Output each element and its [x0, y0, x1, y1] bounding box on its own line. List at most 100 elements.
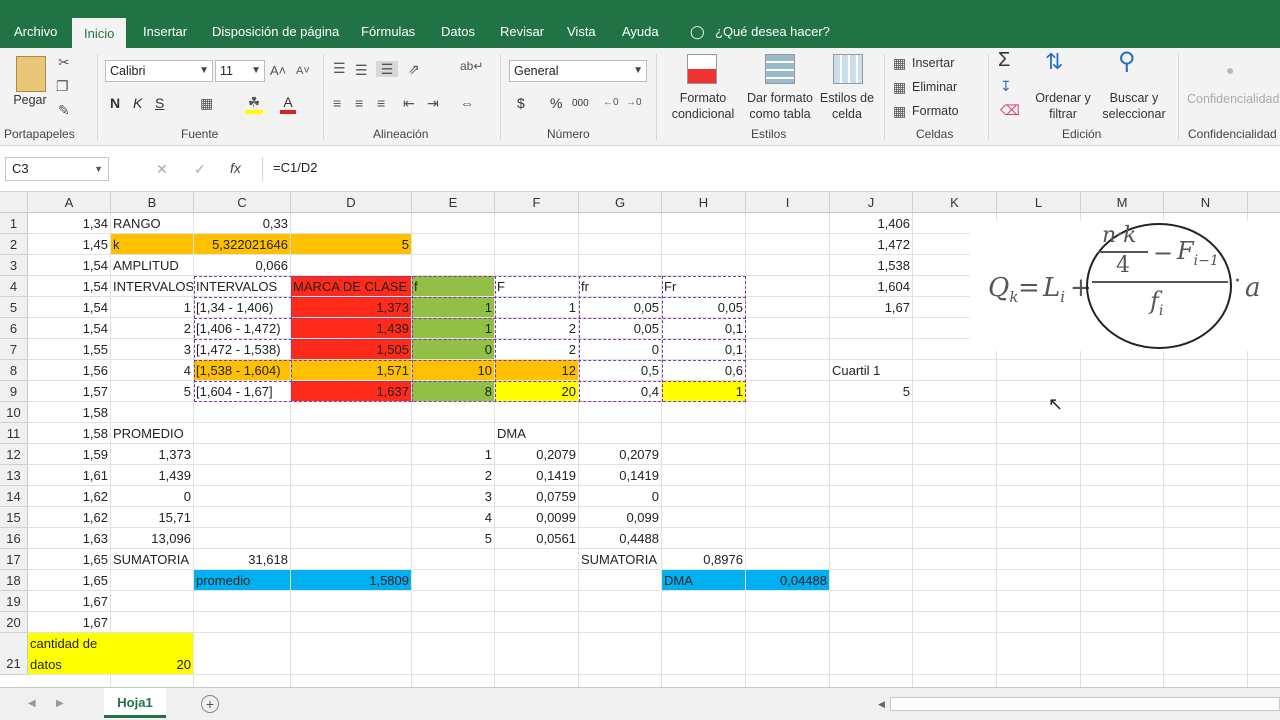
cell-f9[interactable]: 20 [495, 381, 578, 401]
cell-d6[interactable]: 1,439 [291, 318, 411, 338]
tab-formulas[interactable]: Fórmulas [359, 18, 417, 48]
cell-a14[interactable]: 1,62 [28, 486, 110, 506]
cell-j5[interactable]: 1,67 [830, 297, 912, 317]
cell-a15[interactable]: 1,62 [28, 507, 110, 527]
cell-a17[interactable]: 1,65 [28, 549, 110, 569]
cell-b9[interactable]: 5 [111, 381, 193, 401]
tab-disposicion[interactable]: Disposición de página [210, 18, 341, 48]
italic-button[interactable]: K [133, 95, 142, 111]
worksheet-grid[interactable]: A B C D E F G H I J K L M N 1 2 3 4 5 6 7 8 9 10 1… [0, 192, 1280, 687]
cell-f12[interactable]: 0,2079 [495, 444, 578, 464]
cell-c2[interactable]: 5,322021646 [194, 234, 290, 254]
align-right-icon[interactable]: ≡ [377, 95, 385, 111]
row-header[interactable]: 2 [0, 234, 28, 255]
column-header[interactable]: B [111, 192, 194, 213]
shrink-font-icon[interactable]: A˅ [296, 63, 310, 79]
cell-b6[interactable]: 2 [111, 318, 193, 338]
increase-decimal-icon[interactable]: ←0 [603, 95, 619, 111]
cell-f6[interactable]: 2 [495, 318, 578, 338]
fill-icon[interactable]: ↧ [1000, 78, 1012, 94]
bold-button[interactable]: N [110, 95, 120, 111]
font-name-select[interactable]: Calibri ▼ [105, 60, 213, 82]
cell-b13[interactable]: 1,439 [111, 465, 193, 485]
cell-j3[interactable]: 1,538 [830, 255, 912, 275]
column-header[interactable]: A [28, 192, 111, 213]
cell-h8[interactable]: 0,6 [662, 360, 745, 380]
horizontal-scrollbar[interactable] [890, 697, 1280, 711]
cell-a2[interactable]: 1,45 [28, 234, 110, 254]
delete-cells-button[interactable]: Eliminar [912, 79, 957, 95]
cell-h7[interactable]: 0,1 [662, 339, 745, 359]
cell-b14[interactable]: 0 [111, 486, 193, 506]
enter-icon[interactable]: ✓ [194, 161, 206, 177]
row-header[interactable]: 21 [0, 633, 28, 675]
cell-j4[interactable]: 1,604 [830, 276, 912, 296]
cell-c5[interactable]: [1,34 - 1,406) [194, 297, 290, 317]
cell-a4[interactable]: 1,54 [28, 276, 110, 296]
cell-d5[interactable]: 1,373 [291, 297, 411, 317]
cell-f5[interactable]: 1 [495, 297, 578, 317]
cell-h9[interactable]: 1 [662, 381, 745, 401]
align-top-icon[interactable]: ☰ [333, 60, 346, 76]
currency-button[interactable]: $ [517, 95, 525, 111]
hscroll-left-icon[interactable]: ◀ [878, 696, 885, 712]
row-header[interactable]: 3 [0, 255, 28, 276]
cell-c18[interactable]: promedio [194, 570, 290, 590]
tab-datos[interactable]: Datos [439, 18, 477, 48]
row-header[interactable]: 9 [0, 381, 28, 402]
cell-j2[interactable]: 1,472 [830, 234, 912, 254]
cell-i18[interactable]: 0,04488 [746, 570, 829, 590]
sort-filter-button[interactable]: Ordenar y filtrar [1030, 90, 1096, 122]
tell-me-search[interactable]: ¿Qué desea hacer? [713, 18, 832, 48]
column-header[interactable]: L [997, 192, 1081, 213]
underline-button[interactable]: S [155, 95, 164, 111]
cell-g17[interactable]: SUMATORIA [579, 549, 661, 569]
cancel-icon[interactable]: ✕ [156, 161, 168, 177]
find-select-icon[interactable]: ⚲ [1118, 50, 1136, 74]
cell-e4[interactable]: f [412, 276, 494, 296]
cell-g7[interactable]: 0 [579, 339, 661, 359]
wrap-text-icon[interactable]: ab↵ [460, 58, 483, 74]
cell-a20[interactable]: 1,67 [28, 612, 110, 632]
cell-b5[interactable]: 1 [111, 297, 193, 317]
row-header[interactable]: 11 [0, 423, 28, 444]
column-header[interactable]: E [412, 192, 495, 213]
cell-f14[interactable]: 0,0759 [495, 486, 578, 506]
column-header[interactable]: K [913, 192, 997, 213]
cell-b15[interactable]: 15,71 [111, 507, 193, 527]
cell-b16[interactable]: 13,096 [111, 528, 193, 548]
sort-filter-icon[interactable]: ⇅ [1045, 51, 1063, 73]
align-center-icon[interactable]: ≡ [355, 95, 363, 111]
copy-icon[interactable]: ❐ [56, 78, 69, 94]
borders-icon[interactable]: ▦ [200, 95, 213, 111]
cell-c7[interactable]: [1,472 - 1,538) [194, 339, 290, 359]
cell-a19[interactable]: 1,67 [28, 591, 110, 611]
row-header[interactable]: 1 [0, 213, 28, 234]
tab-revisar[interactable]: Revisar [498, 18, 546, 48]
row-header[interactable]: 12 [0, 444, 28, 465]
cell-d8[interactable]: 1,571 [291, 360, 411, 380]
thousands-button[interactable]: 000 [572, 96, 589, 112]
conditional-format-icon[interactable] [687, 54, 717, 84]
cell-e16[interactable]: 5 [412, 528, 494, 548]
cell-f13[interactable]: 0,1419 [495, 465, 578, 485]
quartile-formula-image[interactable]: Qk = Li + n·k 4− Fi−1 fi · a [970, 221, 1280, 351]
row-header[interactable]: 15 [0, 507, 28, 528]
cell-a1[interactable]: 1,34 [28, 213, 110, 233]
cell-g5[interactable]: 0,05 [579, 297, 661, 317]
cell-f4[interactable]: F [495, 276, 578, 296]
row-header[interactable]: 4 [0, 276, 28, 297]
tab-vista[interactable]: Vista [565, 18, 598, 48]
cell-a13[interactable]: 1,61 [28, 465, 110, 485]
cell-f11[interactable]: DMA [495, 423, 578, 443]
cell-styles-button[interactable]: Estilos de celda [816, 90, 878, 122]
insert-cells-icon[interactable]: ▦ [893, 55, 906, 71]
name-box[interactable]: C3 ▼ [5, 157, 109, 181]
row-header[interactable]: 7 [0, 339, 28, 360]
cell-a8[interactable]: 1,56 [28, 360, 110, 380]
number-format-select[interactable]: General ▼ [509, 60, 647, 82]
insert-cells-button[interactable]: Insertar [912, 55, 954, 71]
cell-a10[interactable]: 1,58 [28, 402, 110, 422]
format-table-button[interactable]: Dar formato como tabla [742, 90, 818, 122]
row-header[interactable]: 18 [0, 570, 28, 591]
